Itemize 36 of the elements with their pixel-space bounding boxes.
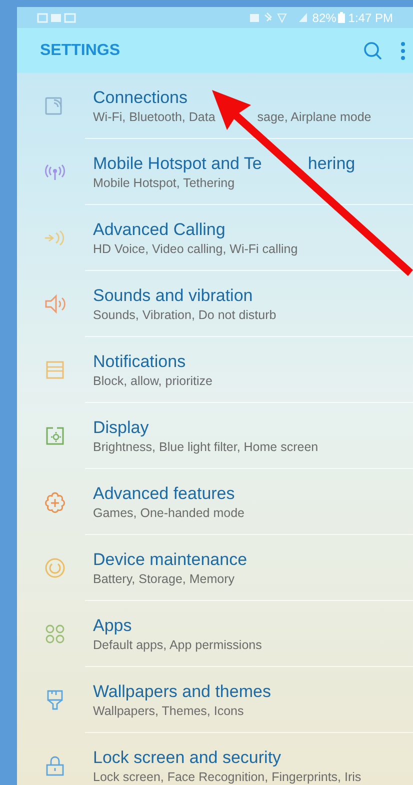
item-title: Connections bbox=[93, 86, 188, 108]
item-subtitle: Games, One-handed mode bbox=[93, 504, 244, 522]
item-title: Lock screen and security bbox=[93, 746, 282, 768]
item-subtitle: Mobile Hotspot, Tethering bbox=[93, 174, 235, 192]
item-title: hering bbox=[308, 152, 356, 174]
search-icon[interactable] bbox=[363, 40, 383, 60]
item-title: Device maintenance bbox=[93, 548, 248, 570]
maintenance-icon bbox=[43, 556, 67, 580]
notification-icons bbox=[37, 12, 77, 22]
header-title: SETTINGS bbox=[40, 40, 120, 60]
item-title: Sounds and vibration bbox=[93, 284, 253, 306]
item-title: Display bbox=[93, 416, 149, 438]
item-subtitle: Brightness, Blue light filter, Home screen bbox=[93, 438, 318, 456]
item-subtitle: Wallpapers, Themes, Icons bbox=[93, 702, 244, 720]
item-subtitle: Sounds, Vibration, Do not disturb bbox=[93, 306, 276, 324]
item-subtitle: Battery, Storage, Memory bbox=[93, 570, 234, 588]
item-title: Advanced features bbox=[93, 482, 235, 504]
item-subtitle: Lock screen, Face Recognition, Fingerprints, Iris bbox=[93, 768, 362, 785]
clock-time: 1:47 PM bbox=[348, 10, 393, 26]
status-icons bbox=[250, 12, 308, 23]
item-subtitle: Default apps, App permissions bbox=[93, 636, 262, 654]
item-subtitle: HD Voice, Video calling, Wi-Fi calling bbox=[93, 240, 298, 258]
item-subtitle: Wi-Fi, Bluetooth, Data bbox=[93, 108, 216, 126]
item-title: Advanced Calling bbox=[93, 218, 226, 240]
battery-icon bbox=[338, 12, 346, 23]
battery-percentage: 82% bbox=[312, 10, 336, 26]
item-title: Notifications bbox=[93, 350, 186, 372]
item-subtitle: sage, Airplane mode bbox=[257, 108, 372, 126]
item-subtitle: Block, allow, prioritize bbox=[93, 372, 212, 390]
item-title: Wallpapers and themes bbox=[93, 680, 271, 702]
speaker-icon bbox=[43, 292, 67, 316]
item-title: Apps bbox=[93, 614, 132, 636]
apps-icon bbox=[43, 622, 67, 646]
item-title: Mobile Hotspot and Te bbox=[93, 152, 262, 174]
puzzle-plus-icon bbox=[43, 490, 67, 514]
more-options-icon[interactable] bbox=[401, 42, 405, 60]
